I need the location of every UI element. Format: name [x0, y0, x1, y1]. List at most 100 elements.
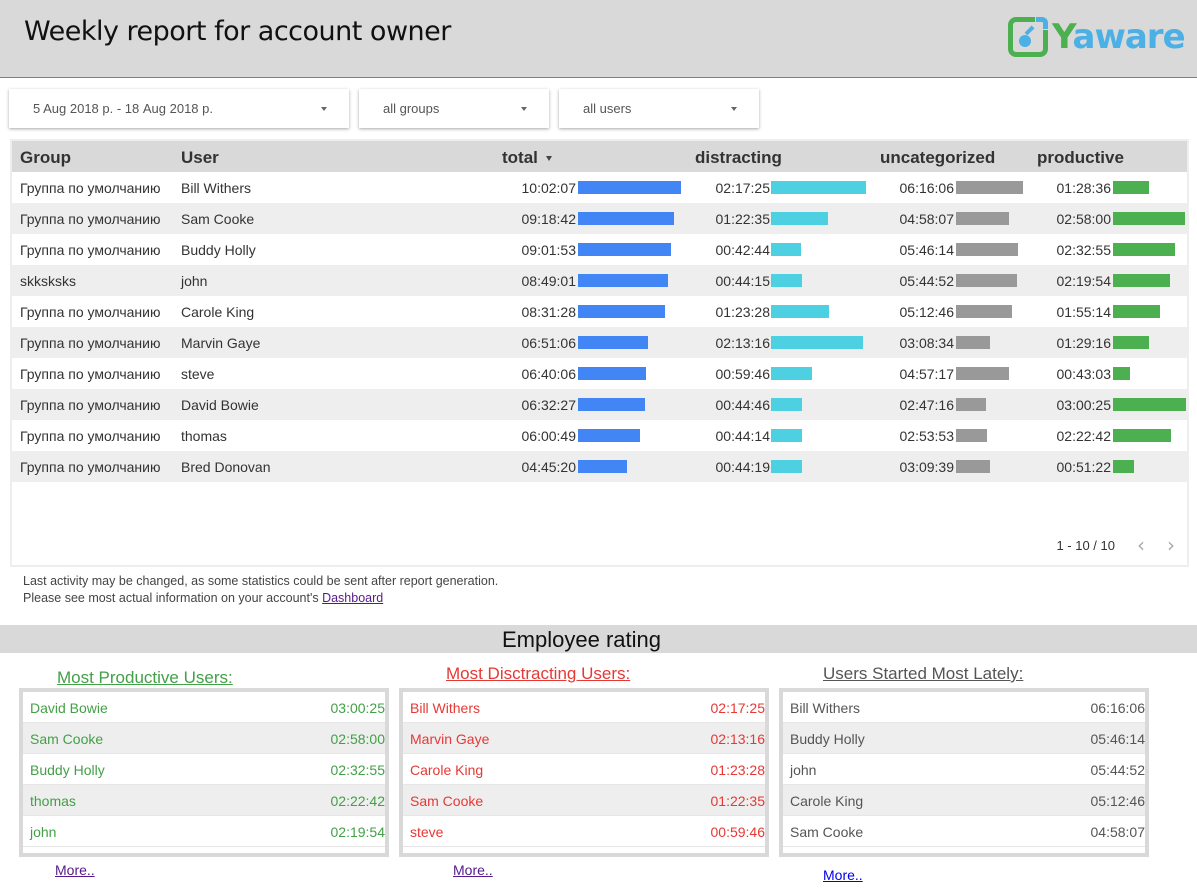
bar-uncategorized	[956, 367, 1009, 380]
cell-group: Группа по умолчанию	[20, 180, 161, 196]
group-select[interactable]: all groups	[359, 89, 549, 128]
cell-uncategorized: 05:46:14	[899, 242, 955, 258]
dashboard-link[interactable]: Dashboard	[322, 591, 383, 605]
list-item-name: Bill Withers	[410, 700, 481, 716]
logo-text: Yaware	[1052, 17, 1186, 57]
list-item-value: 02:22:42	[330, 793, 386, 809]
cell-total: 06:00:49	[521, 428, 577, 444]
yaware-logo: Yaware	[1008, 16, 1186, 58]
cell-distracting: 00:44:14	[715, 428, 771, 444]
list-item-value: 01:22:35	[710, 793, 766, 809]
table-header: Group User total distracting uncategoriz…	[12, 141, 1187, 172]
cell-productive: 01:55:14	[1056, 304, 1112, 320]
pagination: 1 - 10 / 10 ‹ ›	[1056, 533, 1175, 557]
list-item: Carole King 01:23:28	[403, 754, 765, 785]
table-row[interactable]: Группа по умолчанию thomas 06:00:49 00:44:1…	[12, 420, 1187, 451]
bar-uncategorized	[956, 243, 1018, 256]
column-header-group[interactable]: Group	[20, 148, 71, 168]
logo-gauge-icon	[1008, 16, 1049, 57]
cell-distracting: 01:23:28	[715, 304, 771, 320]
list-item: David Bowie 03:00:25	[23, 692, 385, 723]
list-item: Sam Cooke 02:58:00	[23, 723, 385, 754]
list-item-name: thomas	[30, 793, 76, 809]
user-select[interactable]: all users	[559, 89, 759, 128]
cell-distracting: 00:44:15	[715, 273, 771, 289]
cell-user: Carole King	[181, 304, 255, 320]
more-distracting-link[interactable]: More..	[453, 862, 493, 878]
page-title: Weekly report for account owner	[24, 16, 451, 47]
list-item-name: john	[30, 824, 57, 840]
most-distracting-list: Bill Withers 02:17:25 Marvin Gaye 02:13:16 C…	[399, 688, 769, 857]
cell-total: 06:32:27	[521, 397, 577, 413]
list-item-value: 00:59:46	[710, 824, 766, 840]
list-item-value: 02:32:55	[330, 762, 386, 778]
table-row[interactable]: Группа по умолчанию steve 06:40:06 00:59:46…	[12, 358, 1187, 389]
bar-productive	[1113, 367, 1130, 380]
list-item: Sam Cooke 04:58:07	[783, 816, 1145, 847]
cell-productive: 01:29:16	[1056, 335, 1112, 351]
table-row[interactable]: Группа по умолчанию Buddy Holly 09:01:53 00…	[12, 234, 1187, 265]
more-productive-link[interactable]: More..	[55, 862, 95, 878]
most-productive-title: Most Productive Users:	[57, 668, 233, 687]
cell-group: skksksks	[20, 273, 76, 289]
cell-total: 09:18:42	[521, 211, 577, 227]
bar-distracting	[771, 460, 802, 473]
prev-page-icon[interactable]: ‹	[1137, 533, 1145, 557]
cell-user: john	[181, 273, 208, 289]
cell-group: Группа по умолчанию	[20, 459, 161, 475]
table-row[interactable]: Группа по умолчанию Bill Withers 10:02:07 0…	[12, 172, 1187, 203]
column-header-user[interactable]: User	[181, 148, 219, 168]
cell-productive: 02:19:54	[1056, 273, 1112, 289]
report-note: Last activity may be changed, as some st…	[23, 573, 498, 607]
bar-distracting	[771, 429, 802, 442]
list-item-value: 02:19:54	[330, 824, 386, 840]
chevron-down-icon	[321, 106, 327, 111]
cell-group: Группа по умолчанию	[20, 428, 161, 444]
pagination-label: 1 - 10 / 10	[1056, 537, 1115, 553]
list-item-name: Bill Withers	[790, 700, 861, 716]
table-row[interactable]: Группа по умолчанию Bred Donovan 04:45:20 0…	[12, 451, 1187, 482]
table-row[interactable]: Группа по умолчанию David Bowie 06:32:27 00…	[12, 389, 1187, 420]
cell-productive: 02:32:55	[1056, 242, 1112, 258]
cell-user: steve	[181, 366, 215, 382]
table-row[interactable]: Группа по умолчанию Carole King 08:31:28 01…	[12, 296, 1187, 327]
list-item-value: 01:23:28	[710, 762, 766, 778]
cell-user: Marvin Gaye	[181, 335, 261, 351]
table-row[interactable]: Группа по умолчанию Marvin Gaye 06:51:06 02…	[12, 327, 1187, 358]
next-page-icon[interactable]: ›	[1167, 533, 1175, 557]
cell-total: 08:31:28	[521, 304, 577, 320]
column-header-uncategorized[interactable]: uncategorized	[880, 148, 995, 168]
cell-group: Группа по умолчанию	[20, 335, 161, 351]
cell-productive: 02:58:00	[1056, 211, 1112, 227]
date-range-select[interactable]: 5 Aug 2018 р. - 18 Aug 2018 р.	[9, 89, 349, 128]
note-line-1: Last activity may be changed, as some st…	[23, 574, 499, 588]
bar-productive	[1113, 212, 1185, 225]
list-item: Buddy Holly 02:32:55	[23, 754, 385, 785]
note-line-2: Please see most actual information on yo…	[23, 591, 384, 605]
bar-uncategorized	[956, 274, 1017, 287]
table-row[interactable]: Группа по умолчанию Sam Cooke 09:18:42 01:2…	[12, 203, 1187, 234]
list-item-value: 02:58:00	[330, 731, 386, 747]
more-lately-link[interactable]: More..	[823, 867, 863, 883]
column-header-distracting[interactable]: distracting	[695, 148, 782, 168]
cell-user: Buddy Holly	[181, 242, 256, 258]
user-value: all users	[583, 101, 632, 116]
bar-productive	[1113, 305, 1160, 318]
list-item-name: Carole King	[410, 762, 484, 778]
table-row[interactable]: skksksks john 08:49:01 00:44:15 05:44:52 02:1…	[12, 265, 1187, 296]
bar-productive	[1113, 181, 1149, 194]
list-item: john 02:19:54	[23, 816, 385, 847]
cell-total: 08:49:01	[521, 273, 577, 289]
bar-total	[578, 398, 645, 411]
cell-total: 06:40:06	[521, 366, 577, 382]
bar-uncategorized	[956, 181, 1023, 194]
list-item-name: Carole King	[790, 793, 864, 809]
bar-uncategorized	[956, 398, 986, 411]
cell-uncategorized: 02:53:53	[899, 428, 955, 444]
cell-distracting: 02:13:16	[715, 335, 771, 351]
column-header-productive[interactable]: productive	[1037, 148, 1124, 168]
column-header-total[interactable]: total	[502, 148, 552, 168]
list-item-value: 04:58:07	[1090, 824, 1146, 840]
list-item-name: Sam Cooke	[30, 731, 104, 747]
sort-desc-icon	[545, 156, 552, 162]
